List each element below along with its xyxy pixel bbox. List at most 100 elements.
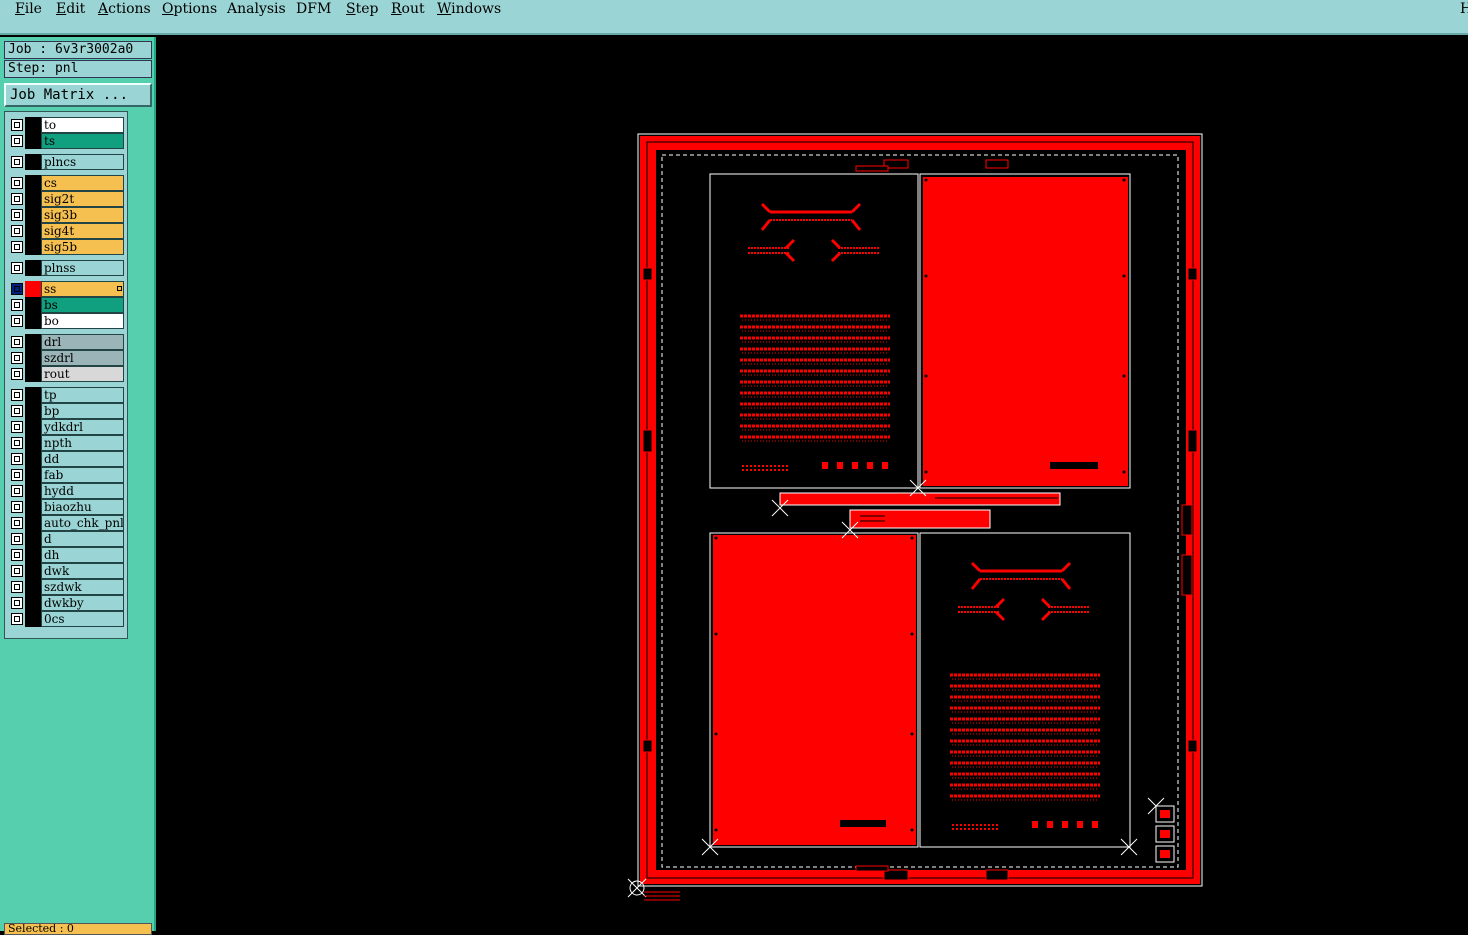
- layer-checkbox-icon[interactable]: [11, 156, 23, 168]
- layer-name[interactable]: dd: [41, 451, 124, 467]
- layer-checkbox-icon[interactable]: [11, 177, 23, 189]
- layer-name[interactable]: szdrl: [41, 350, 124, 366]
- layer-row-to[interactable]: to: [5, 117, 129, 133]
- layer-name[interactable]: sig5b: [41, 239, 124, 255]
- menu-file[interactable]: File: [15, 1, 42, 17]
- layer-row-sig5b[interactable]: sig5b: [5, 239, 129, 255]
- layer-checkbox-icon[interactable]: [11, 389, 23, 401]
- layer-name[interactable]: sig4t: [41, 223, 124, 239]
- layer-checkbox-icon[interactable]: [11, 453, 23, 465]
- layer-row-auto_chk_pnl[interactable]: auto_chk_pnl: [5, 515, 129, 531]
- menu-windows[interactable]: Windows: [437, 1, 501, 17]
- layer-checkbox-icon[interactable]: [11, 193, 23, 205]
- layer-row-ydkdrl[interactable]: ydkdrl: [5, 419, 129, 435]
- layer-row-d[interactable]: d: [5, 531, 129, 547]
- layer-row-sig3b[interactable]: sig3b: [5, 207, 129, 223]
- layer-checkbox-icon[interactable]: [11, 565, 23, 577]
- layer-name[interactable]: hydd: [41, 483, 124, 499]
- layer-name[interactable]: bs: [41, 297, 124, 313]
- menu-dfm[interactable]: DFM: [296, 1, 331, 17]
- layer-name[interactable]: plncs: [41, 154, 124, 170]
- layer-name[interactable]: npth: [41, 435, 124, 451]
- layer-name[interactable]: dwk: [41, 563, 124, 579]
- layer-checkbox-icon[interactable]: [11, 368, 23, 380]
- layer-row-bs[interactable]: bs: [5, 297, 129, 313]
- layer-name[interactable]: bp: [41, 403, 124, 419]
- layer-row-szdrl[interactable]: szdrl: [5, 350, 129, 366]
- layer-name[interactable]: plnss: [41, 260, 124, 276]
- menu-analysis[interactable]: Analysis: [227, 1, 286, 17]
- menu-rout[interactable]: Rout: [391, 1, 425, 17]
- layer-name[interactable]: drl: [41, 334, 124, 350]
- layer-row-dwk[interactable]: dwk: [5, 563, 129, 579]
- layer-checkbox-icon[interactable]: [11, 437, 23, 449]
- layer-name[interactable]: dwkby: [41, 595, 124, 611]
- layer-name[interactable]: 0cs: [41, 611, 124, 627]
- layer-checkbox-icon[interactable]: [11, 119, 23, 131]
- layer-row-npth[interactable]: npth: [5, 435, 129, 451]
- layer-row-plncs[interactable]: plncs: [5, 154, 129, 170]
- layer-checkbox-icon[interactable]: [11, 299, 23, 311]
- layer-row-bo[interactable]: bo: [5, 313, 129, 329]
- layer-row-cs[interactable]: cs: [5, 175, 129, 191]
- layer-row-ts[interactable]: ts: [5, 133, 129, 149]
- layer-checkbox-icon[interactable]: [11, 135, 23, 147]
- menu-help[interactable]: H: [1460, 1, 1468, 17]
- layer-name[interactable]: ydkdrl: [41, 419, 124, 435]
- layer-row-sig4t[interactable]: sig4t: [5, 223, 129, 239]
- layer-checkbox-icon[interactable]: [11, 225, 23, 237]
- layer-row-0cs[interactable]: 0cs: [5, 611, 129, 627]
- layer-row-sig2t[interactable]: sig2t: [5, 191, 129, 207]
- layer-checkbox-icon[interactable]: [11, 209, 23, 221]
- layer-checkbox-icon[interactable]: [11, 421, 23, 433]
- layer-name[interactable]: to: [41, 117, 124, 133]
- layer-name[interactable]: ts: [41, 133, 124, 149]
- layer-name[interactable]: biaozhu: [41, 499, 124, 515]
- layer-checkbox-icon[interactable]: [11, 517, 23, 529]
- layer-checkbox-icon[interactable]: [11, 549, 23, 561]
- layer-checkbox-icon[interactable]: [11, 405, 23, 417]
- layer-row-drl[interactable]: drl: [5, 334, 129, 350]
- layer-row-ss[interactable]: ss: [5, 281, 129, 297]
- layer-checkbox-icon[interactable]: [11, 352, 23, 364]
- layer-row-dh[interactable]: dh: [5, 547, 129, 563]
- layer-checkbox-icon[interactable]: [11, 533, 23, 545]
- layer-row-szdwk[interactable]: szdwk: [5, 579, 129, 595]
- layer-row-fab[interactable]: fab: [5, 467, 129, 483]
- layer-name[interactable]: sig2t: [41, 191, 124, 207]
- layer-checkbox-icon[interactable]: [11, 501, 23, 513]
- layer-checkbox-icon[interactable]: [11, 613, 23, 625]
- layer-checkbox-icon[interactable]: [11, 581, 23, 593]
- menu-options[interactable]: Options: [162, 1, 217, 17]
- layer-row-hydd[interactable]: hydd: [5, 483, 129, 499]
- layer-row-bp[interactable]: bp: [5, 403, 129, 419]
- layer-checkbox-icon[interactable]: [11, 485, 23, 497]
- job-matrix-button[interactable]: Job Matrix ...: [4, 83, 152, 107]
- layer-row-tp[interactable]: tp: [5, 387, 129, 403]
- layer-name[interactable]: cs: [41, 175, 124, 191]
- layer-name[interactable]: ss: [41, 281, 124, 297]
- layer-checkbox-icon[interactable]: [11, 597, 23, 609]
- graphics-canvas[interactable]: [158, 37, 1468, 931]
- layer-checkbox-icon[interactable]: [11, 262, 23, 274]
- layer-row-rout[interactable]: rout: [5, 366, 129, 382]
- layer-row-dd[interactable]: dd: [5, 451, 129, 467]
- layer-name[interactable]: d: [41, 531, 124, 547]
- menu-actions[interactable]: Actions: [98, 1, 151, 17]
- layer-row-biaozhu[interactable]: biaozhu: [5, 499, 129, 515]
- layer-row-dwkby[interactable]: dwkby: [5, 595, 129, 611]
- layer-name[interactable]: tp: [41, 387, 124, 403]
- layer-name[interactable]: bo: [41, 313, 124, 329]
- menu-step[interactable]: Step: [346, 1, 378, 17]
- menu-edit[interactable]: Edit: [56, 1, 85, 17]
- layer-checkbox-icon[interactable]: [11, 241, 23, 253]
- layer-row-plnss[interactable]: plnss: [5, 260, 129, 276]
- layer-name[interactable]: szdwk: [41, 579, 124, 595]
- layer-checkbox-icon[interactable]: [11, 315, 23, 327]
- layer-name[interactable]: sig3b: [41, 207, 124, 223]
- layer-name[interactable]: auto_chk_pnl: [41, 515, 124, 531]
- layer-checkbox-icon[interactable]: [11, 336, 23, 348]
- layer-name[interactable]: fab: [41, 467, 124, 483]
- layer-checkbox-icon[interactable]: [11, 469, 23, 481]
- layer-name[interactable]: rout: [41, 366, 124, 382]
